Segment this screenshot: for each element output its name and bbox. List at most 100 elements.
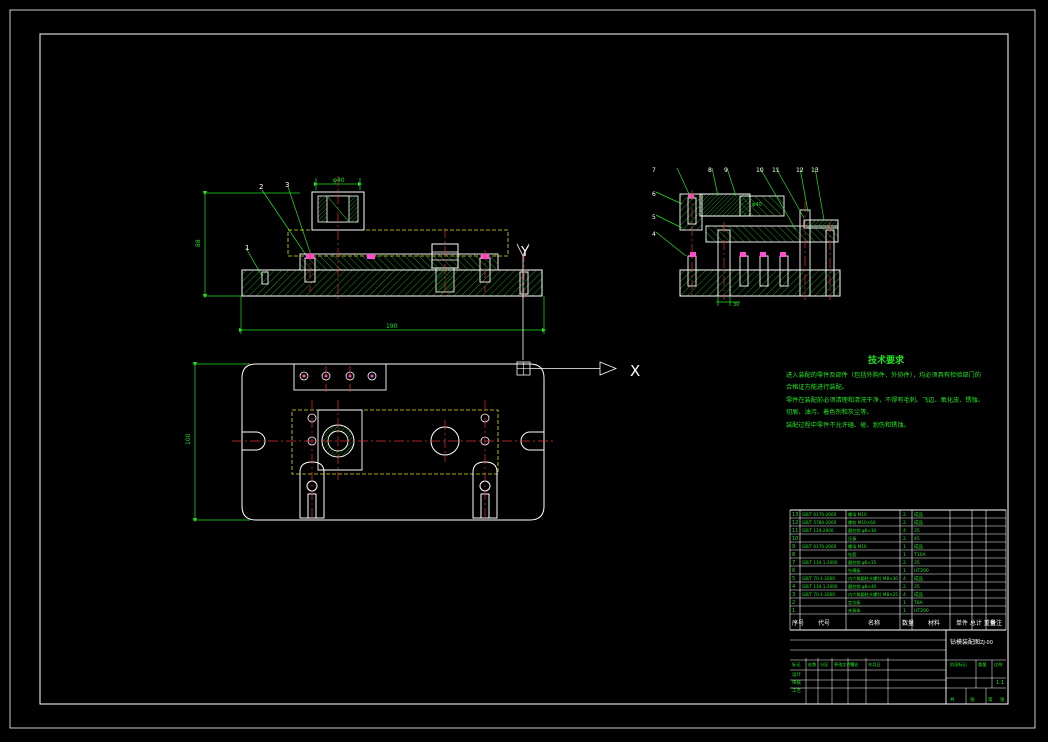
bom-row-0-material: 成品 xyxy=(914,511,923,518)
section-label-10: 10 xyxy=(756,167,764,174)
bom-row-12-name: 夹具体 xyxy=(848,607,861,614)
bom-row-2-qty: 4 xyxy=(903,528,906,534)
bom-row-4-code: GB/T 6170-2000 xyxy=(802,544,837,549)
tech-line-3: 零件在装配前必须清理和清洗干净，不得有毛刺、飞边、氧化皮、锈蚀、 xyxy=(786,396,984,404)
bom-row-3-material: 45 xyxy=(914,536,920,542)
bom-header-3: 数量 xyxy=(902,619,914,627)
part-label-2: 2 xyxy=(259,183,263,191)
bom-row-6-code: GB/T 119.1-2000 xyxy=(802,560,838,565)
bom-row-10-code: GB/T 70.1-2000 xyxy=(802,592,835,597)
bom-row-6-no: 7 xyxy=(792,560,795,566)
drawing-name: 钻模装配图 xyxy=(950,638,980,646)
sign-row-0: 设计 xyxy=(792,671,801,678)
sheet-label-2: 第 xyxy=(988,696,993,703)
section-width-dimension: 30 xyxy=(733,302,739,308)
axis-y-label: Y xyxy=(520,245,529,260)
drawing-number: ZJ-00 xyxy=(980,640,993,646)
section-label-5: 5 xyxy=(652,214,656,221)
tech-line-5: 装配过程中零件不允许磕、碰、划伤和锈蚀。 xyxy=(786,421,910,429)
section-label-6: 6 xyxy=(652,191,656,198)
tech-line-1: 进入装配的零件及部件（包括外购件、外协件），均必须具有检验部门的 xyxy=(786,371,981,379)
bom-header-2: 名称 xyxy=(868,619,880,627)
bom-row-12-qty: 1 xyxy=(903,608,906,614)
bom-row-0-name: 螺母 M10 xyxy=(848,511,867,518)
bom-row-8-material: 成品 xyxy=(914,575,923,582)
section-view: 7 8 9 10 11 12 13 6 5 4 φ40 30 xyxy=(652,167,841,308)
bom-row-0-qty: 2 xyxy=(903,512,906,518)
technical-requirements: 技术要求 进入装配的零件及部件（包括外购件、外协件），均必须具有检验部门的 合格… xyxy=(786,355,986,432)
section-label-8: 8 xyxy=(708,167,712,174)
bom-row-3-no: 10 xyxy=(792,536,798,542)
bom-row-8-no: 5 xyxy=(792,576,795,582)
bore-dimension: φ40 xyxy=(333,177,345,184)
plan-height-dimension: 100 xyxy=(185,433,192,445)
bom-header-6: 备注 xyxy=(990,619,1002,627)
bom-row-7-qty: 1 xyxy=(903,568,906,574)
tech-line-4: 切屑、油污、着色剂和灰尘等。 xyxy=(786,409,873,416)
bom-row-1-no: 12 xyxy=(792,520,798,526)
part-label-3: 3 xyxy=(285,181,289,189)
bom-row-7-material: HT200 xyxy=(914,568,929,574)
bom-row-10-material: 成品 xyxy=(914,591,923,598)
stage-label-0: 阶段标记 xyxy=(950,661,968,668)
sign-label-1: 处数 xyxy=(808,661,817,668)
bom-row-1-code: GB/T 5780-2000 xyxy=(802,520,837,525)
bom-row-5-no: 8 xyxy=(792,552,795,558)
tech-line-2: 合格证方能进行装配。 xyxy=(786,384,848,391)
section-bore-dimension: φ40 xyxy=(752,202,762,208)
bom-row-7-name: 钻模板 xyxy=(848,567,861,574)
bom-row-4-qty: 1 xyxy=(903,544,906,550)
bom-row-9-material: 35 xyxy=(914,584,920,590)
plan-view: X 100 xyxy=(185,361,640,523)
bom-header-1: 代号 xyxy=(818,619,830,627)
bom-row-9-qty: 2 xyxy=(903,584,906,590)
bom-row-5-name: 钻套 xyxy=(848,551,857,558)
bom-row-11-name: 定位板 xyxy=(848,599,861,606)
bom-row-6-qty: 2 xyxy=(903,560,906,566)
bom-row-3-qty: 2 xyxy=(903,536,906,542)
bom-row-2-material: 35 xyxy=(914,528,920,534)
bom-row-1-name: 螺栓 M10×60 xyxy=(848,519,876,526)
bom-header-4: 材料 xyxy=(928,619,940,627)
bom-row-10-qty: 4 xyxy=(903,592,906,598)
bom-row-8-qty: 4 xyxy=(903,576,906,582)
sign-row-2: 工艺 xyxy=(792,688,801,694)
sheet-label-1: 张 xyxy=(970,696,975,703)
bom-row-6-material: 35 xyxy=(914,560,920,566)
scale-value: 1:1 xyxy=(996,680,1004,686)
bom-row-12-no: 1 xyxy=(792,608,795,614)
width-dimension: 190 xyxy=(386,323,398,330)
stage-label-1: 重量 xyxy=(978,661,986,668)
axis-x-label: X xyxy=(630,362,640,380)
bom-row-2-no: 11 xyxy=(792,528,798,534)
bom-row-1-qty: 2 xyxy=(903,520,906,526)
section-label-4: 4 xyxy=(652,231,656,238)
sign-row-1: 审核 xyxy=(792,679,801,686)
bom-row-8-code: GB/T 70.1-2000 xyxy=(802,576,835,581)
bom-row-11-qty: 1 xyxy=(903,600,906,606)
part-label-1: 1 xyxy=(245,244,249,252)
section-label-7: 7 xyxy=(652,167,656,174)
front-view: 1 2 3 φ40 88 190 Y xyxy=(195,176,547,360)
section-label-9: 9 xyxy=(724,167,728,174)
section-label-13: 13 xyxy=(811,167,819,174)
bom-row-11-material: T8A xyxy=(913,600,924,606)
section-label-11: 11 xyxy=(772,167,780,174)
bom-row-5-material: T10A xyxy=(913,552,926,558)
sign-label-5: 年月日 xyxy=(868,661,881,668)
bom-row-0-code: GB/T 6170-2000 xyxy=(802,512,837,517)
bom-header-0: 序号 xyxy=(792,619,804,627)
bom-row-11-no: 2 xyxy=(792,600,795,606)
bom-row-9-code: GB/T 119.1-2000 xyxy=(802,584,838,589)
bom-row-3-name: 压板 xyxy=(848,535,857,542)
bom-row-10-no: 3 xyxy=(792,592,795,598)
sign-label-2: 分区 xyxy=(820,661,828,668)
sign-label-0: 标记 xyxy=(792,661,801,668)
bom-row-8-name: 内六角圆柱头螺钉 M8×30 xyxy=(848,575,898,582)
bom-row-2-name: 圆柱销 φ8×30 xyxy=(848,527,876,534)
bom-row-2-code: GB/T 119-2000 xyxy=(802,528,834,533)
bom-row-5-qty: 1 xyxy=(903,552,906,558)
bom-row-7-no: 6 xyxy=(792,568,795,574)
sheet-label-0: 共 xyxy=(950,696,955,703)
sheet-label-3: 张 xyxy=(1000,696,1005,703)
